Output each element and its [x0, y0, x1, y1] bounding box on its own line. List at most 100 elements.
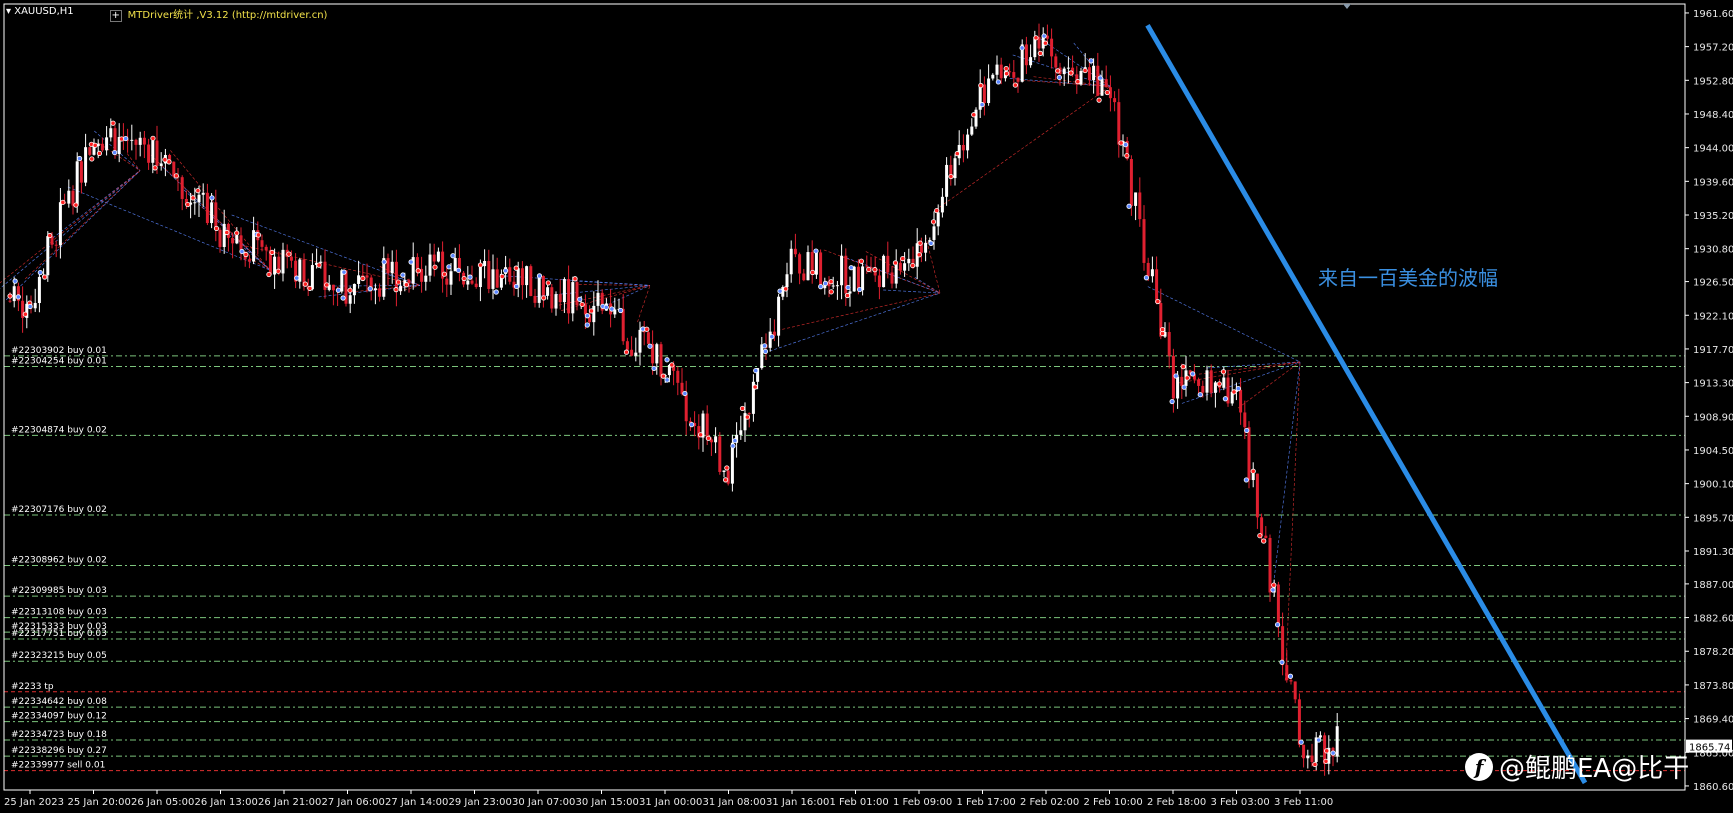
candle-body	[760, 344, 764, 369]
trend-line[interactable]	[1145, 23, 1588, 785]
candle-body	[432, 254, 436, 262]
candle-body	[1201, 385, 1205, 393]
x-tick-label: 1 Feb 09:00	[893, 797, 952, 808]
trade-marker	[1184, 375, 1190, 381]
trade-marker	[1316, 737, 1322, 743]
order-label-15: #22339977 sell 0.01	[11, 761, 105, 771]
candle-body	[1197, 379, 1201, 386]
x-tick-label: 25 Jan 20:00	[68, 797, 131, 808]
candle-body	[814, 252, 818, 275]
trade-marker	[166, 159, 172, 165]
trade-marker	[347, 287, 353, 293]
fan-line-6-5	[1178, 361, 1301, 384]
trade-marker	[367, 286, 373, 292]
fan-line-0-6	[0, 170, 141, 289]
trade-marker	[112, 149, 118, 156]
price-chart[interactable]: 1961.60 1957.20 1952.80 1948.40 1944.00 1939.…	[0, 0, 1733, 813]
trade-marker	[266, 271, 272, 278]
candle-body	[1167, 332, 1171, 356]
candle-body	[655, 344, 659, 364]
candle-body	[142, 137, 146, 145]
trade-marker	[783, 286, 789, 292]
candle-body	[529, 266, 533, 297]
axes: 1961.60 1957.20 1952.80 1948.40 1944.00 1939.…	[3, 3, 1733, 808]
candle-body	[105, 137, 109, 151]
y-tick-label: 1860.60	[1693, 782, 1733, 793]
candle-body	[1129, 159, 1133, 206]
watermark: f @鲲鹏EA@比干	[1465, 748, 1689, 785]
candle-body	[1096, 65, 1100, 96]
trade-marker	[162, 157, 168, 163]
candle-body	[1281, 626, 1285, 666]
trade-marker	[341, 269, 347, 275]
y-tick-label: 1913.30	[1693, 379, 1733, 390]
candle-body	[231, 237, 235, 244]
fan-line-1-8	[67, 186, 271, 271]
symbol-label[interactable]: ▾ XAUUSD,H1	[6, 6, 74, 22]
trade-marker	[572, 276, 578, 282]
trade-marker	[185, 201, 191, 208]
candle-body	[1276, 584, 1280, 627]
candle-body	[991, 74, 995, 79]
trade-marker	[224, 229, 230, 236]
candle-body	[109, 128, 113, 138]
fan-line-0-2	[94, 130, 141, 171]
trade-marker	[1235, 386, 1241, 392]
trade-marker	[1270, 587, 1276, 593]
trade-marker	[1330, 750, 1336, 756]
candle-body	[289, 257, 293, 261]
x-tick-label: 1 Feb 01:00	[830, 797, 889, 808]
y-tick-label: 1957.20	[1693, 43, 1733, 54]
trade-marker	[705, 435, 712, 441]
candle-body	[966, 134, 970, 151]
trade-marker	[7, 293, 13, 299]
candle-body	[840, 255, 844, 286]
candle-body	[33, 303, 37, 309]
watermark-text: @鲲鹏EA@比干	[1499, 754, 1690, 784]
candle-body	[592, 305, 596, 323]
trade-marker	[979, 102, 985, 108]
trade-marker	[682, 390, 688, 397]
menu-triangle-icon[interactable]: ▾	[6, 6, 11, 17]
trade-marker	[769, 334, 775, 340]
candle-body	[567, 279, 571, 314]
trade-marker	[1123, 142, 1129, 148]
candle-body	[722, 470, 726, 472]
trade-marker	[541, 295, 547, 301]
trade-marker	[118, 136, 125, 142]
candle-body	[714, 436, 718, 443]
trade-marker	[1124, 153, 1130, 159]
trade-marker	[545, 280, 551, 286]
trade-marker	[1143, 275, 1149, 281]
candle-body	[835, 285, 839, 287]
candle-body	[260, 240, 264, 247]
candle-body	[785, 274, 789, 288]
y-tick-label: 1930.80	[1693, 245, 1733, 256]
order-label-14: #2233 tp	[11, 682, 54, 692]
trade-marker	[1041, 33, 1047, 39]
trade-marker	[1298, 739, 1304, 745]
shift-marker-icon[interactable]	[1343, 4, 1351, 9]
candle-body	[1255, 473, 1259, 518]
trade-marker	[588, 308, 595, 314]
candle-body	[1134, 192, 1138, 206]
plus-icon[interactable]: +	[109, 10, 122, 22]
trade-marker	[954, 151, 960, 157]
trade-marker	[1271, 582, 1277, 588]
candle-body	[197, 194, 201, 203]
y-tick-label: 1939.60	[1693, 177, 1733, 188]
trade-marker	[324, 282, 330, 288]
trade-marker	[513, 283, 520, 290]
trend-line-stroke[interactable]	[1145, 23, 1588, 785]
trade-marker	[1082, 67, 1088, 74]
trade-marker	[697, 432, 704, 438]
trade-marker	[1118, 140, 1124, 146]
candle-body	[415, 257, 419, 269]
trade-marker	[762, 343, 768, 349]
candle-body	[428, 254, 432, 276]
fan-line-4-4	[883, 289, 941, 294]
candle-body	[739, 430, 743, 435]
trade-marker	[845, 284, 851, 291]
trade-marker	[1155, 298, 1161, 305]
candle-body	[533, 296, 537, 303]
